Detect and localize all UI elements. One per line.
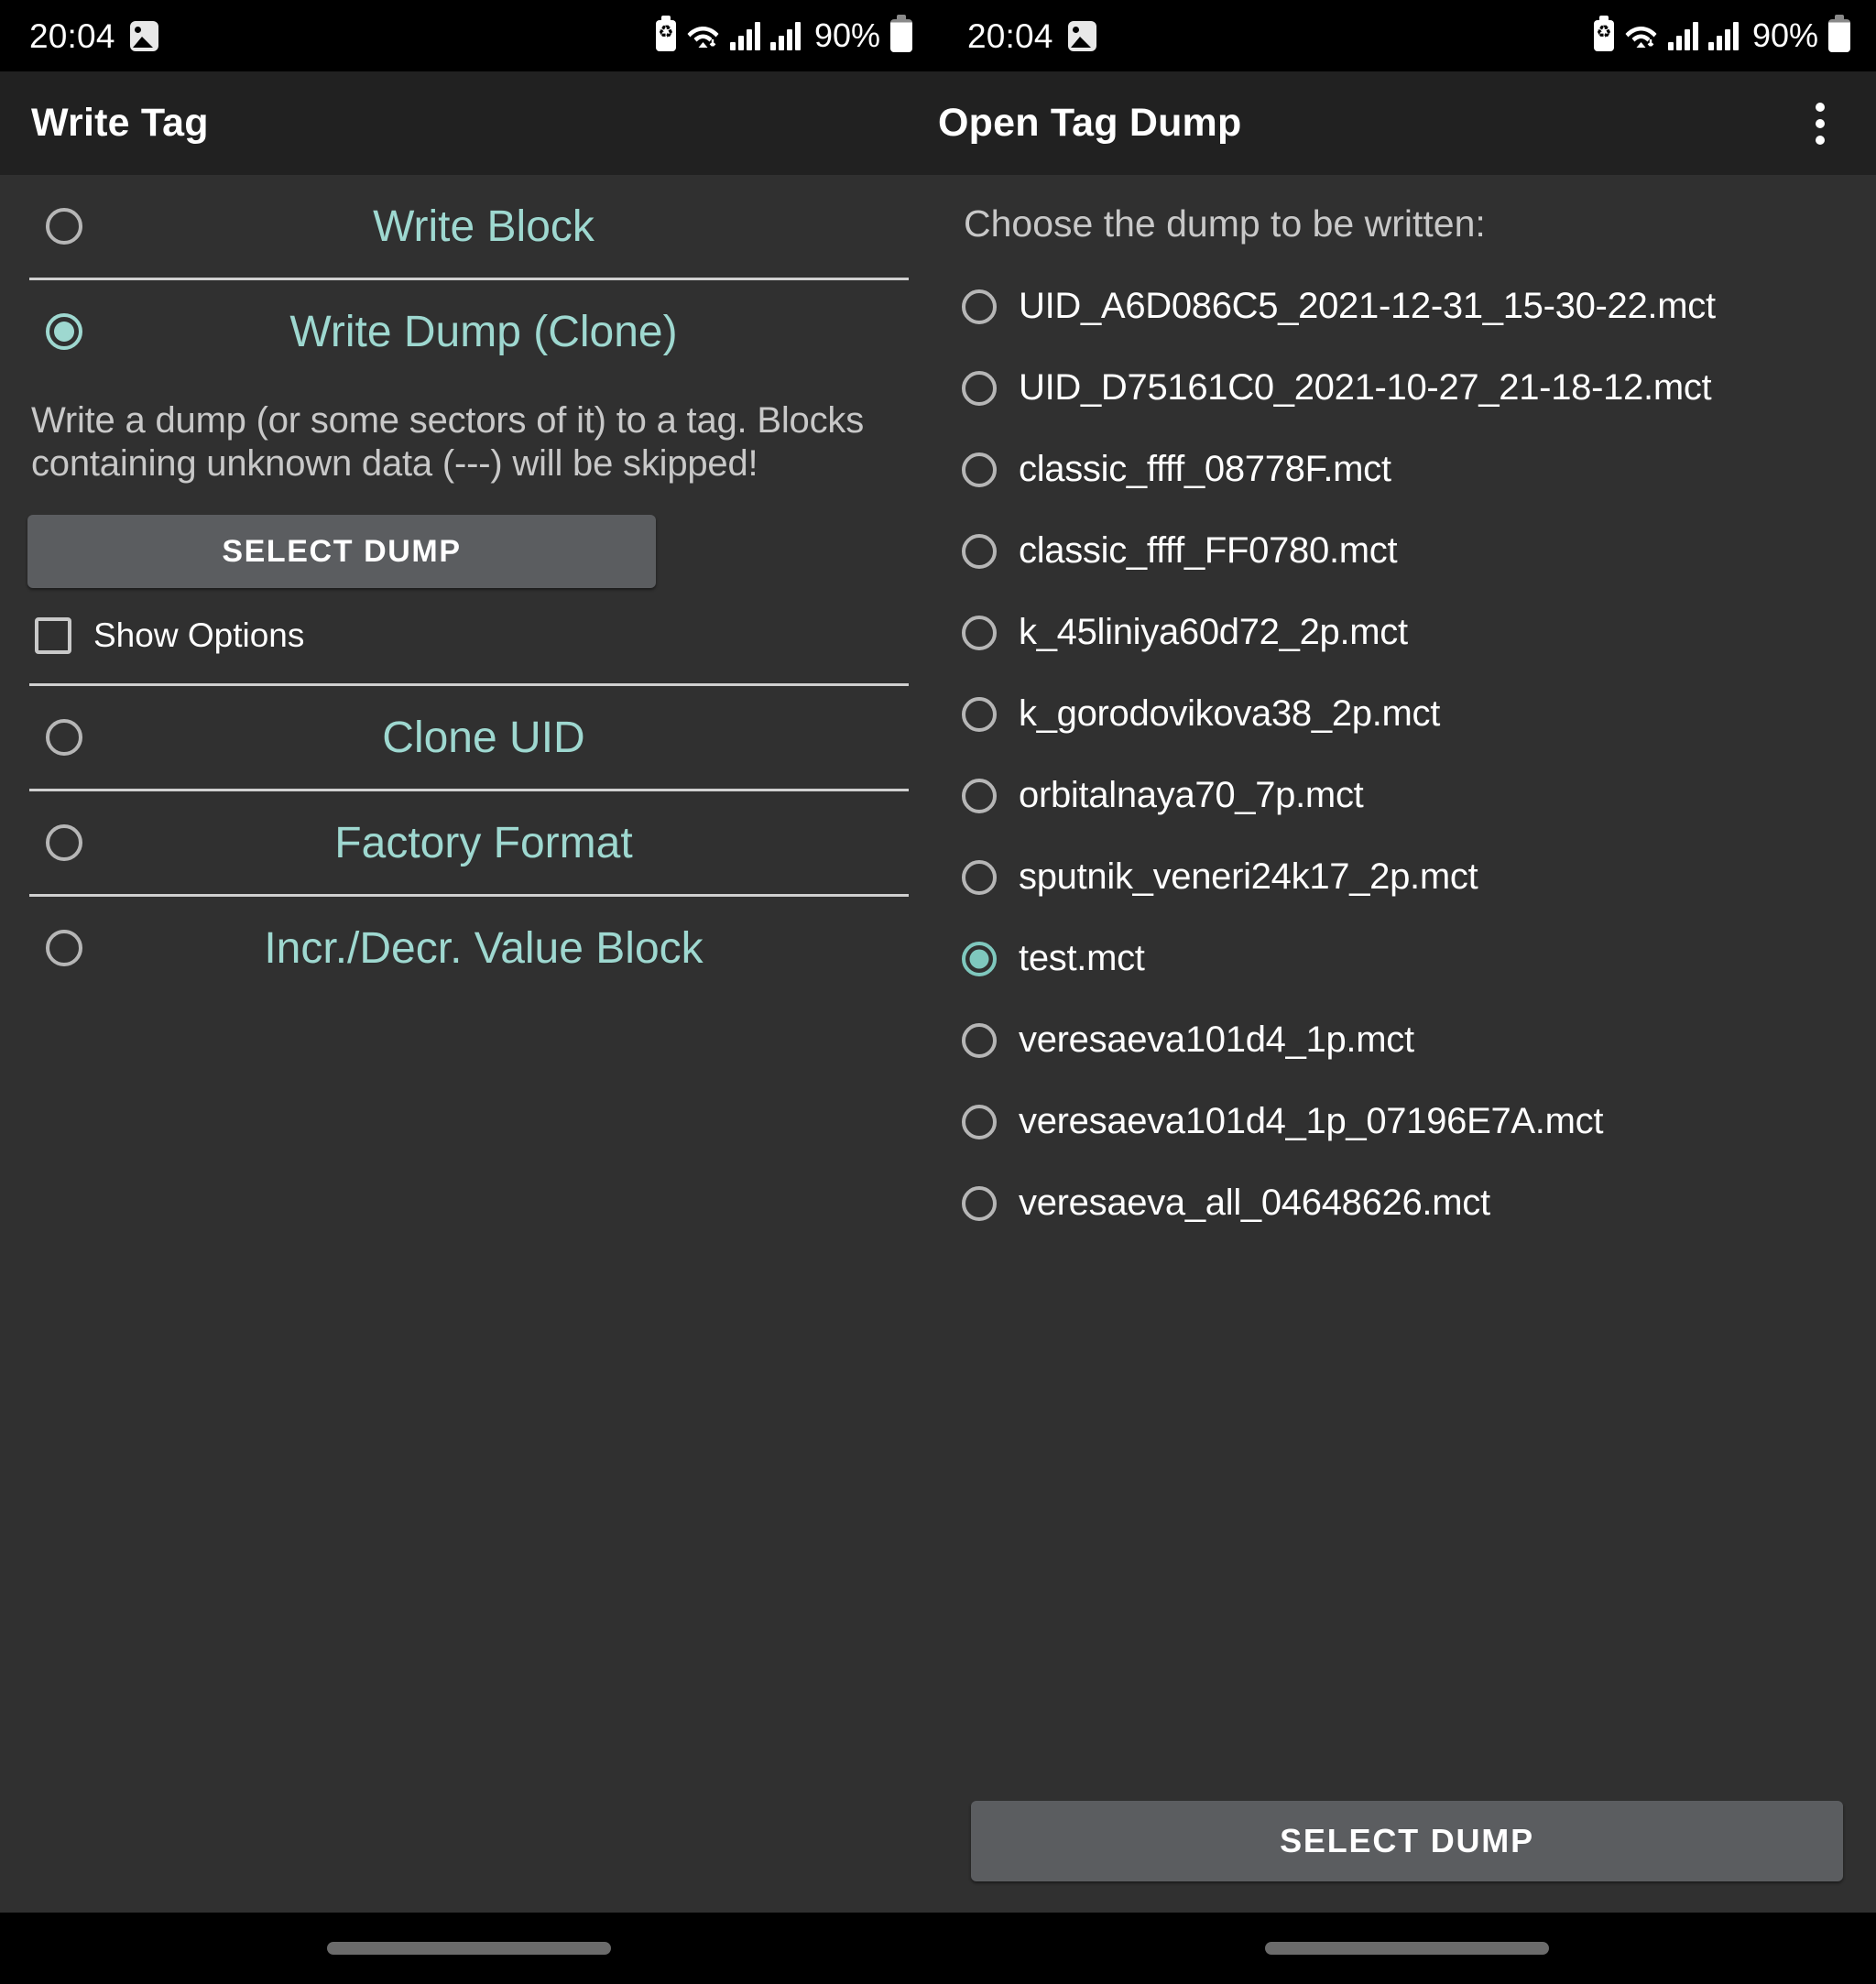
dump-file-name: sputnik_veneri24k17_2p.mct xyxy=(1019,856,1478,897)
status-bar-left-group-2: 20:04 xyxy=(967,19,1096,53)
radio-dump-11[interactable] xyxy=(962,1185,997,1221)
battery-saver-icon xyxy=(655,16,676,51)
battery-percent-2: 90% xyxy=(1751,16,1818,54)
radio-dump-10[interactable] xyxy=(962,1104,997,1139)
dump-file-name: veresaeva101d4_1p_07196E7A.mct xyxy=(1019,1101,1604,1141)
battery-saver-icon-2 xyxy=(1593,16,1614,51)
dump-file-name: veresaeva101d4_1p.mct xyxy=(1019,1019,1414,1060)
list-item[interactable]: classic_ffff_08778F.mct xyxy=(958,429,1854,510)
home-gesture-pill[interactable] xyxy=(327,1942,611,1955)
list-item[interactable]: classic_ffff_FF0780.mct xyxy=(958,510,1854,592)
list-item[interactable]: k_45liniya60d72_2p.mct xyxy=(958,592,1854,673)
list-item[interactable]: veresaeva101d4_1p_07196E7A.mct xyxy=(958,1081,1854,1162)
radio-factory-format[interactable] xyxy=(46,824,82,862)
status-bar-left: 20:04 90% xyxy=(0,0,938,71)
wifi-icon xyxy=(686,20,720,51)
dump-file-name: UID_D75161C0_2021-10-27_21-18-12.mct xyxy=(1019,367,1712,408)
dump-file-name: k_45liniya60d72_2p.mct xyxy=(1019,612,1408,652)
dual-panel-screenshot: 20:04 90% Write T xyxy=(0,0,1876,1984)
checkbox-show-options[interactable] xyxy=(35,617,71,655)
radio-dump-4[interactable] xyxy=(962,615,997,650)
list-item[interactable]: UID_A6D086C5_2021-12-31_15-30-22.mct xyxy=(958,266,1854,347)
app-bar-right: Open Tag Dump xyxy=(938,71,1876,175)
option-row-incr-decr-value-block[interactable]: Incr./Decr. Value Block xyxy=(27,897,911,999)
radio-dump-7[interactable] xyxy=(962,859,997,895)
signal-bars-icon-2 xyxy=(769,21,801,50)
option-label-write-block: Write Block xyxy=(373,202,594,251)
app-bar-left: Write Tag xyxy=(0,71,938,175)
option-row-clone-uid[interactable]: Clone UID xyxy=(27,686,911,789)
radio-write-block[interactable] xyxy=(46,208,82,245)
radio-dump-0[interactable] xyxy=(962,289,997,324)
select-dump-button-right[interactable]: SELECT DUMP xyxy=(971,1801,1843,1881)
write-dump-description: Write a dump (or some sectors of it) to … xyxy=(31,400,864,485)
list-item[interactable]: sputnik_veneri24k17_2p.mct xyxy=(958,836,1854,918)
radio-incr-decr-value-block[interactable] xyxy=(46,930,82,967)
photo-icon-2 xyxy=(1067,20,1096,51)
radio-dump-3[interactable] xyxy=(962,533,997,569)
home-gesture-pill-2[interactable] xyxy=(1265,1942,1549,1955)
select-dump-button-left[interactable]: SELECT DUMP xyxy=(27,515,656,589)
dump-file-name: k_gorodovikova38_2p.mct xyxy=(1019,693,1441,734)
status-bar-right-group: 90% xyxy=(655,15,912,54)
option-row-factory-format[interactable]: Factory Format xyxy=(27,791,911,894)
radio-dump-6[interactable] xyxy=(962,778,997,813)
radio-dump-9[interactable] xyxy=(962,1022,997,1058)
list-item[interactable]: k_gorodovikova38_2p.mct xyxy=(958,673,1854,755)
option-label-write-dump-clone: Write Dump (Clone) xyxy=(289,307,678,356)
clock-2: 20:04 xyxy=(967,16,1053,55)
dump-file-name: UID_A6D086C5_2021-12-31_15-30-22.mct xyxy=(1019,286,1716,326)
battery-icon-2 xyxy=(1828,15,1850,52)
radio-dump-5[interactable] xyxy=(962,696,997,732)
option-row-write-block[interactable]: Write Block xyxy=(27,175,911,278)
option-label-incr-decr-value-block: Incr./Decr. Value Block xyxy=(264,923,704,973)
radio-dump-2[interactable] xyxy=(962,452,997,487)
page-title-open-tag-dump: Open Tag Dump xyxy=(938,101,1242,145)
radio-dump-1[interactable] xyxy=(962,370,997,406)
show-options-label: Show Options xyxy=(93,616,305,655)
choose-dump-prompt: Choose the dump to be written: xyxy=(964,202,1486,245)
gesture-nav-bar-right xyxy=(938,1913,1876,1984)
list-item[interactable]: veresaeva_all_04648626.mct xyxy=(958,1162,1854,1244)
option-label-factory-format: Factory Format xyxy=(334,818,633,867)
clock: 20:04 xyxy=(29,16,115,55)
list-item[interactable]: test.mct xyxy=(958,918,1854,999)
dump-file-name: test.mct xyxy=(1019,938,1145,978)
signal-bars-icon-4 xyxy=(1707,21,1739,50)
gesture-nav-bar-left xyxy=(0,1913,938,1984)
list-item[interactable]: orbitalnaya70_7p.mct xyxy=(958,755,1854,836)
status-bar-right: 20:04 90% xyxy=(938,0,1876,71)
show-options-row[interactable]: Show Options xyxy=(27,588,911,683)
dump-list: UID_A6D086C5_2021-12-31_15-30-22.mct UID… xyxy=(958,253,1854,1244)
open-tag-dump-body: Choose the dump to be written: UID_A6D08… xyxy=(938,175,1876,1913)
right-panel-open-tag-dump: 20:04 90% Open Ta xyxy=(938,0,1876,1984)
more-options-icon[interactable] xyxy=(1788,92,1852,156)
list-item[interactable]: UID_D75161C0_2021-10-27_21-18-12.mct xyxy=(958,347,1854,429)
radio-dump-8[interactable] xyxy=(962,941,997,976)
battery-icon xyxy=(890,15,912,52)
dump-file-name: veresaeva_all_04648626.mct xyxy=(1019,1183,1490,1223)
option-row-write-dump[interactable]: Write Dump (Clone) xyxy=(27,280,911,383)
wifi-icon-2 xyxy=(1624,20,1658,51)
option-label-clone-uid: Clone UID xyxy=(382,713,585,762)
status-bar-left-group: 20:04 xyxy=(29,19,158,53)
dump-file-name: orbitalnaya70_7p.mct xyxy=(1019,775,1364,815)
dump-file-name: classic_ffff_FF0780.mct xyxy=(1019,530,1398,571)
list-item[interactable]: veresaeva101d4_1p.mct xyxy=(958,999,1854,1081)
battery-percent: 90% xyxy=(813,16,880,54)
radio-write-dump-clone[interactable] xyxy=(46,313,82,350)
signal-bars-icon-3 xyxy=(1667,21,1698,50)
left-panel-write-tag: 20:04 90% Write T xyxy=(0,0,938,1984)
dump-file-name: classic_ffff_08778F.mct xyxy=(1019,449,1391,489)
write-tag-body: Write Block Write Dump (Clone) Write a d… xyxy=(0,175,938,1913)
signal-bars-icon xyxy=(729,21,760,50)
radio-clone-uid[interactable] xyxy=(46,719,82,757)
page-title-write-tag: Write Tag xyxy=(31,101,209,145)
status-bar-right-group-2: 90% xyxy=(1593,15,1850,54)
photo-icon xyxy=(129,20,158,51)
